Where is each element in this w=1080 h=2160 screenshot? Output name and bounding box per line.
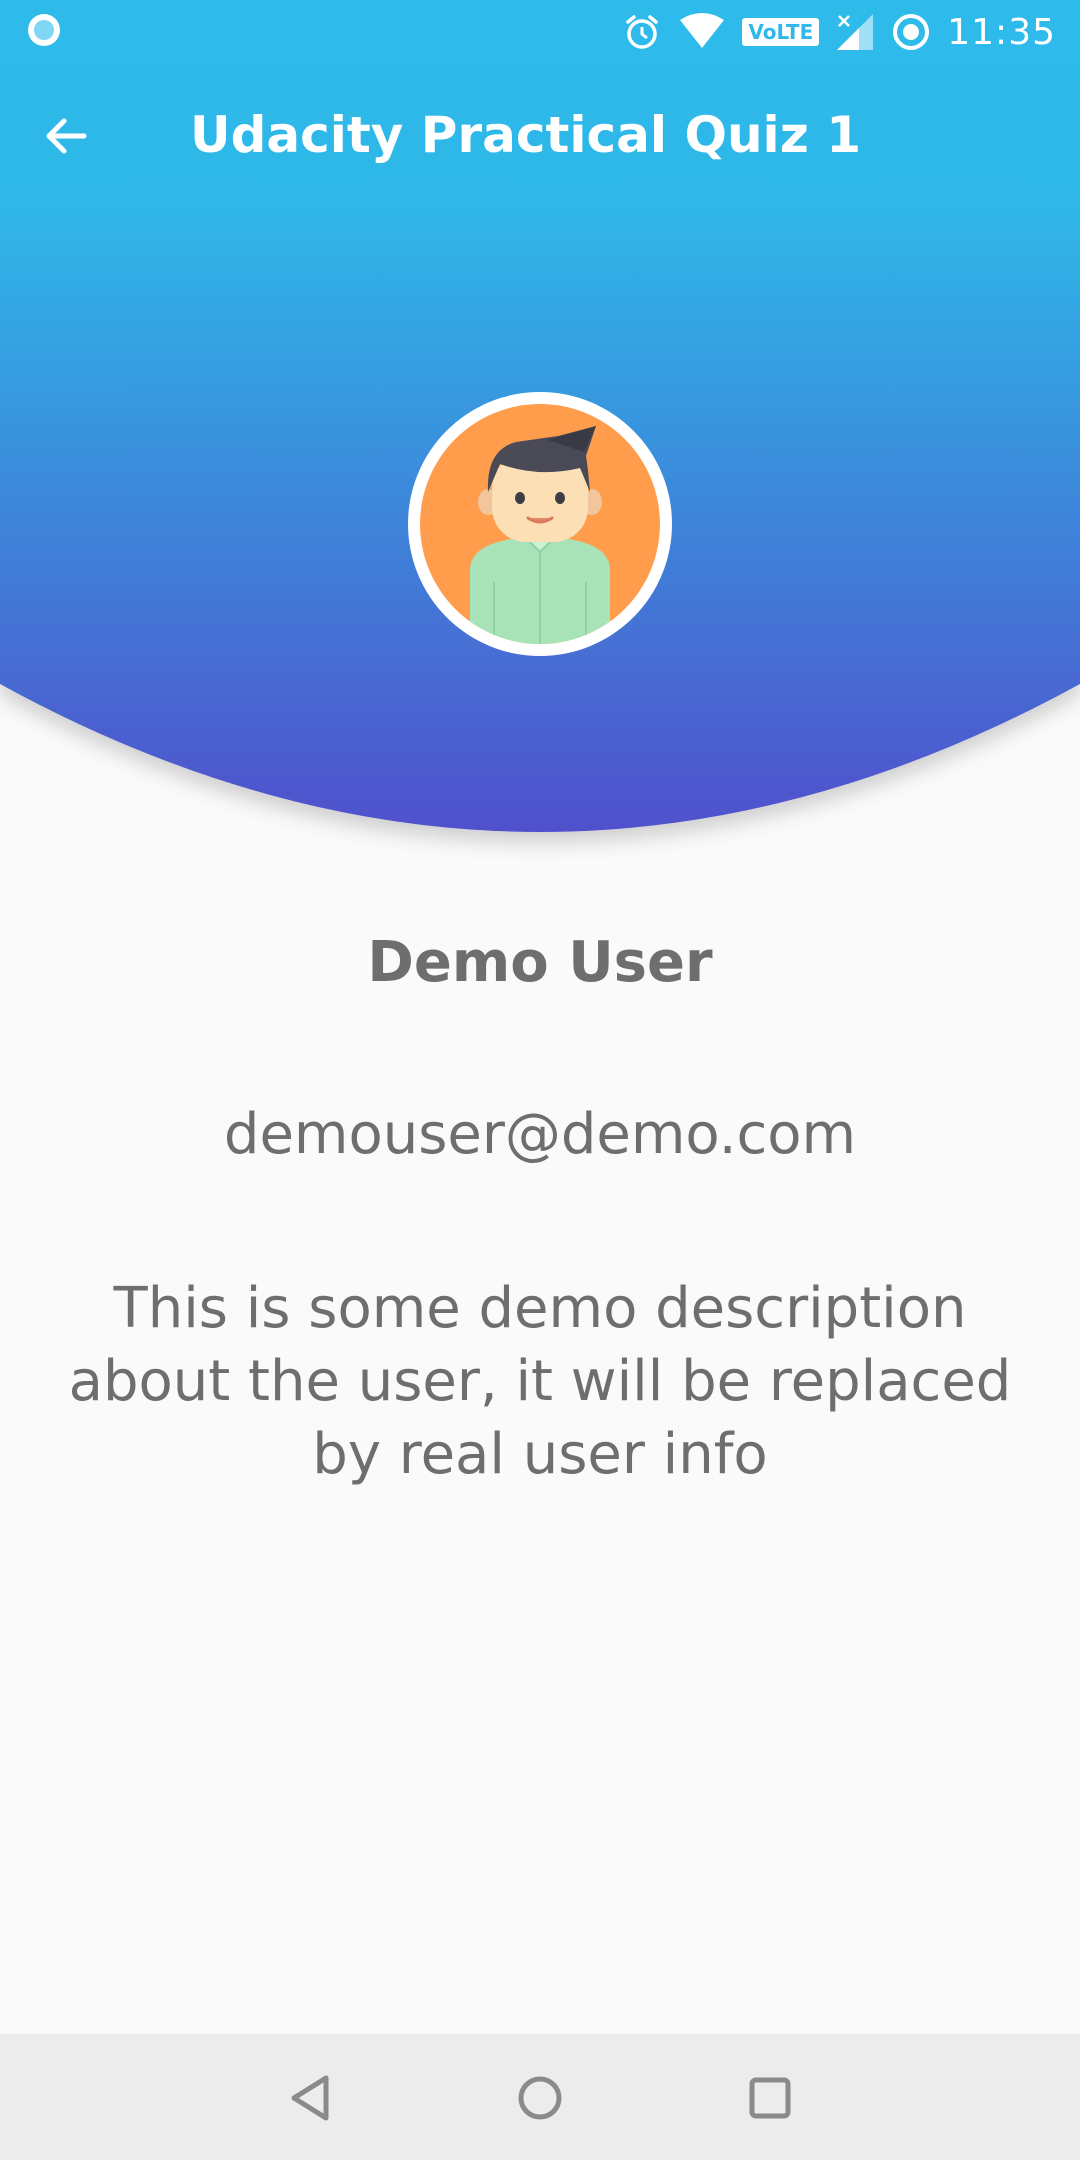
volte-badge: VoLTE bbox=[742, 18, 820, 46]
system-nav-bar bbox=[0, 2034, 1080, 2160]
user-description: This is some demo description about the … bbox=[68, 1276, 1012, 1487]
alarm-icon bbox=[626, 15, 659, 49]
status-icons: VoLTE 11:35 bbox=[622, 8, 1056, 56]
back-triangle-icon bbox=[291, 2075, 329, 2121]
nav-back-button[interactable] bbox=[282, 2070, 338, 2126]
user-name: Demo User bbox=[367, 930, 713, 995]
arrow-back-icon bbox=[46, 118, 87, 154]
home-circle-icon bbox=[518, 2076, 562, 2120]
user-avatar-icon[interactable] bbox=[408, 392, 672, 656]
sync-icon bbox=[893, 14, 930, 50]
status-bar: VoLTE 11:35 bbox=[0, 0, 1080, 64]
recents-square-icon bbox=[749, 2077, 791, 2119]
notification-dot-icon bbox=[28, 14, 60, 46]
page-title: Udacity Practical Quiz 1 bbox=[190, 106, 861, 164]
signal-icon bbox=[837, 14, 874, 50]
profile-screen: VoLTE 11:35 Udacity Practical Quiz 1 Dem… bbox=[0, 0, 1080, 2160]
wifi-icon bbox=[680, 13, 725, 48]
user-email: demouser@demo.com bbox=[223, 1102, 857, 1167]
nav-home-button[interactable] bbox=[512, 2070, 568, 2126]
back-button[interactable] bbox=[30, 100, 102, 172]
nav-recents-button[interactable] bbox=[742, 2070, 798, 2126]
status-time: 11:35 bbox=[947, 11, 1056, 53]
toolbar: Udacity Practical Quiz 1 bbox=[0, 64, 1080, 212]
